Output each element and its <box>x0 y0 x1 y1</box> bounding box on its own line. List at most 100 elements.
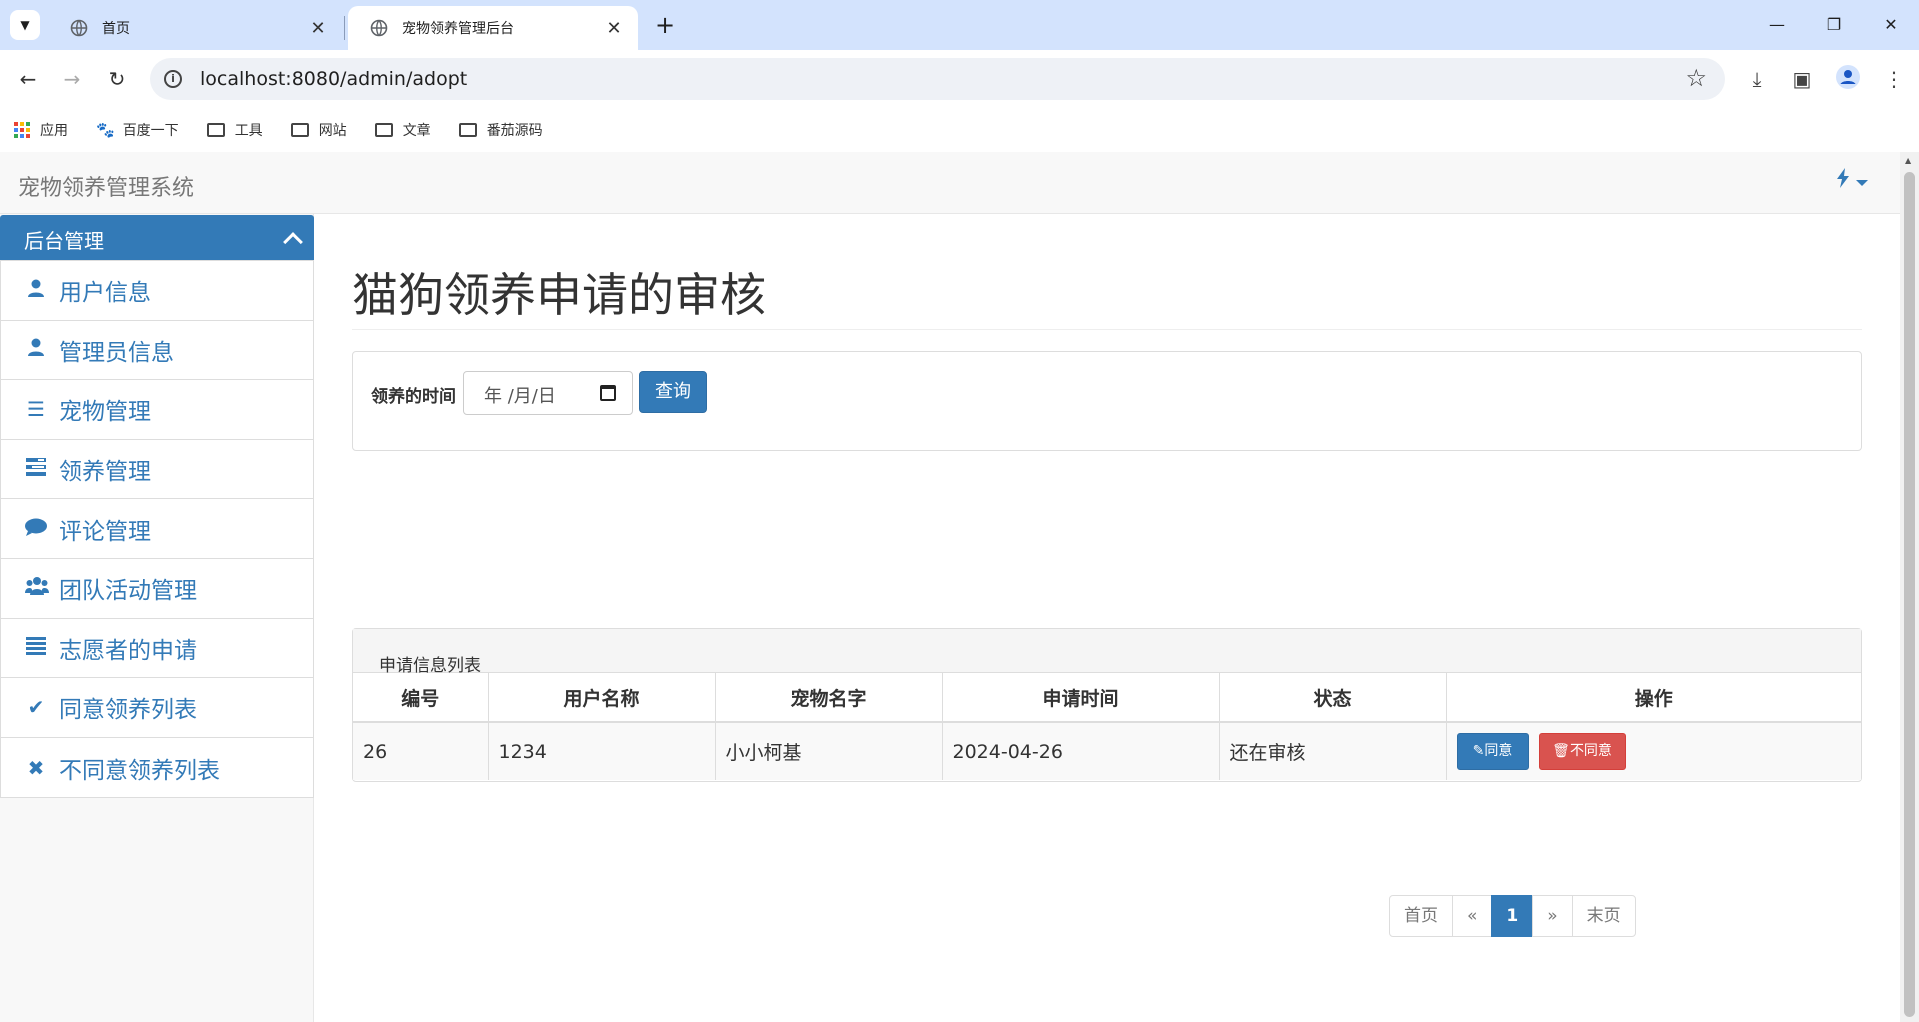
brand-title[interactable]: 宠物领养管理系统 <box>18 170 194 202</box>
bookmark-label: 应用 <box>40 123 68 139</box>
bookmark-label: 百度一下 <box>122 123 179 139</box>
bookmark-label: 工具 <box>234 123 263 139</box>
sidebar-item-team-activity[interactable]: 团队活动管理 <box>1 559 313 619</box>
url-text[interactable]: localhost:8080/admin/adopt <box>200 68 467 90</box>
sidebar: 后台管理 用户信息 管理员信息 ☰ 宠物管理 领养管理 评论管理 团队活动管理 … <box>0 214 314 1022</box>
bookmark-folder-source[interactable]: 番茄源码 <box>458 120 543 140</box>
browser-toolbar: ← → ↻ i localhost:8080/admin/adopt ☆ ⤓ ▣… <box>0 50 1919 108</box>
tasks-icon <box>25 457 47 481</box>
date-input[interactable]: 年 /月/日 <box>463 371 633 415</box>
sidebar-item-adopt-management[interactable]: 领养管理 <box>1 440 313 500</box>
trash-icon: 🗑 <box>1552 743 1570 759</box>
search-panel: 领养的时间 年 /月/日 查询 <box>352 351 1862 451</box>
download-icon[interactable]: ⤓ <box>1743 65 1771 93</box>
forward-icon[interactable]: → <box>55 62 89 96</box>
sidebar-item-label: 团队活动管理 <box>59 578 197 605</box>
page-last[interactable]: 末页 <box>1571 895 1636 937</box>
cell-status: 还在审核 <box>1219 722 1447 780</box>
page-next[interactable]: » <box>1532 895 1573 937</box>
page-scrollbar[interactable]: ▲ <box>1900 152 1919 1022</box>
list-icon: ☰ <box>27 397 45 422</box>
x-icon: ✖ <box>27 755 45 780</box>
cell-pet: 小小柯基 <box>715 722 943 780</box>
pagination: 首页 « 1 » 末页 <box>1389 895 1636 937</box>
profile-avatar-icon[interactable] <box>1834 65 1862 93</box>
group-icon <box>25 576 49 601</box>
browser-tabstrip: ▼ 首页 ✕ 宠物领养管理后台 ✕ + — ❐ ✕ <box>0 0 1919 50</box>
user-icon <box>25 278 47 303</box>
reject-button[interactable]: 🗑不同意 <box>1538 733 1626 770</box>
cell-time: 2024-04-26 <box>942 722 1220 780</box>
bookmark-label: 文章 <box>402 123 431 139</box>
more-menu-icon[interactable]: ⋮ <box>1880 65 1908 93</box>
reload-icon[interactable]: ↻ <box>100 62 134 96</box>
bookmark-star-icon[interactable]: ☆ <box>1685 64 1707 92</box>
browser-tab-home[interactable]: 首页 ✕ <box>48 6 342 50</box>
page-first[interactable]: 首页 <box>1389 895 1453 937</box>
bookmark-apps[interactable]: 应用 <box>14 120 68 140</box>
sidebar-item-label: 宠物管理 <box>59 399 151 426</box>
tab-separator <box>344 16 345 40</box>
close-icon[interactable]: ✕ <box>308 18 328 39</box>
comment-icon <box>25 517 47 541</box>
column-header: 操作 <box>1446 673 1861 723</box>
reject-label: 不同意 <box>1569 743 1612 759</box>
calendar-icon[interactable] <box>600 385 616 401</box>
sidebar-item-approved-list[interactable]: ✔ 同意领养列表 <box>1 678 313 738</box>
top-navbar: 宠物领养管理系统 <box>0 152 1900 214</box>
folder-icon <box>374 123 393 137</box>
new-tab-button[interactable]: + <box>650 10 680 40</box>
site-info-icon[interactable]: i <box>164 70 182 88</box>
sidebar-item-label: 领养管理 <box>59 459 151 486</box>
sidebar-menu: 用户信息 管理员信息 ☰ 宠物管理 领养管理 评论管理 团队活动管理 志愿者的申… <box>0 260 314 799</box>
agree-button[interactable]: ✎同意 <box>1456 733 1529 770</box>
agree-label: 同意 <box>1484 743 1513 759</box>
table-row: 26 1234 小小柯基 2024-04-26 还在审核 ✎同意 🗑不同意 <box>353 722 1861 780</box>
bolt-icon[interactable] <box>1836 168 1850 193</box>
bookmark-baidu[interactable]: 🐾 百度一下 <box>96 120 179 140</box>
sidebar-header[interactable]: 后台管理 <box>0 215 314 260</box>
close-icon[interactable]: ✕ <box>604 18 624 39</box>
side-panel-icon[interactable]: ▣ <box>1788 65 1816 93</box>
page-prev[interactable]: « <box>1452 895 1493 937</box>
browser-tab-admin[interactable]: 宠物领养管理后台 ✕ <box>348 6 638 50</box>
application-table: 编号 用户名称 宠物名字 申请时间 状态 操作 26 1234 小小柯基 202… <box>353 673 1861 780</box>
sidebar-item-pet-management[interactable]: ☰ 宠物管理 <box>1 380 313 440</box>
minimize-icon[interactable]: — <box>1754 8 1800 42</box>
bookmark-folder-tools[interactable]: 工具 <box>206 120 263 140</box>
bookmark-folder-articles[interactable]: 文章 <box>374 120 431 140</box>
date-filter-label: 领养的时间 <box>371 387 456 407</box>
scrollbar-thumb[interactable] <box>1904 172 1915 1017</box>
chevron-up-icon[interactable] <box>283 232 303 252</box>
page-current[interactable]: 1 <box>1491 895 1534 937</box>
bookmark-folder-sites[interactable]: 网站 <box>290 120 347 140</box>
date-placeholder: 年 /月/日 <box>484 386 556 407</box>
sidebar-item-label: 管理员信息 <box>59 339 174 366</box>
sidebar-item-user-info[interactable]: 用户信息 <box>1 261 313 321</box>
chevron-down-icon[interactable] <box>1856 180 1868 186</box>
list-icon <box>25 636 47 660</box>
sidebar-item-volunteer-application[interactable]: 志愿者的申请 <box>1 619 313 679</box>
bookmark-label: 网站 <box>318 123 347 139</box>
apps-grid-icon <box>14 122 30 138</box>
bookmarks-bar: 应用 🐾 百度一下 工具 网站 文章 番茄源码 <box>0 108 1919 152</box>
divider <box>352 329 1862 330</box>
sidebar-item-label: 同意领养列表 <box>59 697 197 724</box>
scroll-up-icon[interactable]: ▲ <box>1905 156 1911 165</box>
folder-icon <box>290 123 309 137</box>
back-icon[interactable]: ← <box>11 62 45 96</box>
sidebar-item-admin-info[interactable]: 管理员信息 <box>1 321 313 381</box>
address-bar[interactable]: i localhost:8080/admin/adopt ☆ <box>150 58 1725 100</box>
sidebar-item-rejected-list[interactable]: ✖ 不同意领养列表 <box>1 738 313 798</box>
tab-title: 首页 <box>102 21 130 37</box>
baidu-paw-icon: 🐾 <box>96 121 115 139</box>
table-header-row: 编号 用户名称 宠物名字 申请时间 状态 操作 <box>353 673 1861 723</box>
window-close-icon[interactable]: ✕ <box>1868 8 1914 42</box>
restore-icon[interactable]: ❐ <box>1811 8 1857 42</box>
globe-icon <box>70 19 88 37</box>
folder-icon <box>206 123 225 137</box>
sidebar-item-comment-management[interactable]: 评论管理 <box>1 499 313 559</box>
page-viewport: 宠物领养管理系统 后台管理 用户信息 管理员信息 ☰ 宠物管理 领养管理 评论管… <box>0 152 1900 1022</box>
query-button[interactable]: 查询 <box>639 371 707 413</box>
tab-search-button[interactable]: ▼ <box>10 10 40 40</box>
